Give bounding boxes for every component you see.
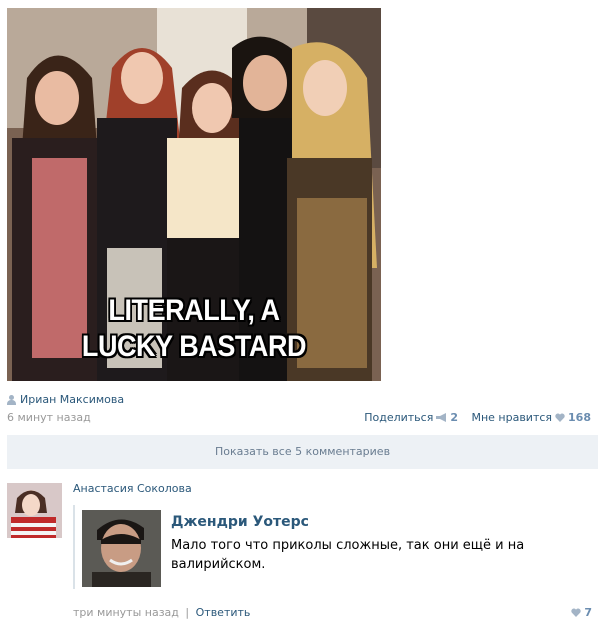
heart-icon [571, 608, 582, 617]
avatar-illustration [7, 483, 62, 538]
quote-avatar-illustration [82, 510, 161, 587]
heart-icon [555, 413, 565, 422]
caption-line-2: LUCKY BASTARD [81, 330, 307, 363]
comment-author[interactable]: Анастасия Соколова [73, 482, 192, 495]
person-icon [7, 394, 16, 405]
share-button[interactable]: Поделиться 2 [364, 411, 458, 424]
megaphone-icon [436, 413, 447, 422]
like-label: Мне нравится [471, 411, 553, 424]
comment-footer: три минуты назад | Ответить [73, 606, 250, 619]
comment-like-button[interactable]: 7 [571, 606, 592, 619]
show-all-comments-button[interactable]: Показать все 5 комментариев [7, 435, 598, 469]
post-author-name[interactable]: Ириан Максимова [20, 393, 124, 406]
post-author[interactable]: Ириан Максимова [7, 393, 124, 406]
post-photo[interactable]: LITERALLY, A LUCKY BASTARD [7, 8, 381, 381]
comment-time[interactable]: три минуты назад [73, 606, 179, 619]
quote-divider [73, 505, 75, 589]
quote-name[interactable]: Джендри Уотерс [171, 514, 309, 530]
like-button[interactable]: Мне нравится 168 [471, 411, 591, 424]
comment-like-count: 7 [584, 606, 592, 619]
quote-text: Мало того что приколы сложные, так они е… [171, 538, 525, 572]
like-count: 168 [568, 411, 591, 424]
caption-line-1: LITERALLY, A [108, 294, 280, 327]
reply-button[interactable]: Ответить [196, 606, 251, 619]
share-label: Поделиться [364, 411, 434, 424]
comment-footer-separator: | [185, 606, 190, 619]
share-count: 2 [450, 411, 458, 424]
post-time[interactable]: 6 минут назад [7, 411, 91, 424]
quote-avatar[interactable] [82, 510, 161, 587]
photo-caption: LITERALLY, A LUCKY BASTARD [26, 293, 363, 365]
comment-avatar[interactable] [7, 483, 62, 538]
